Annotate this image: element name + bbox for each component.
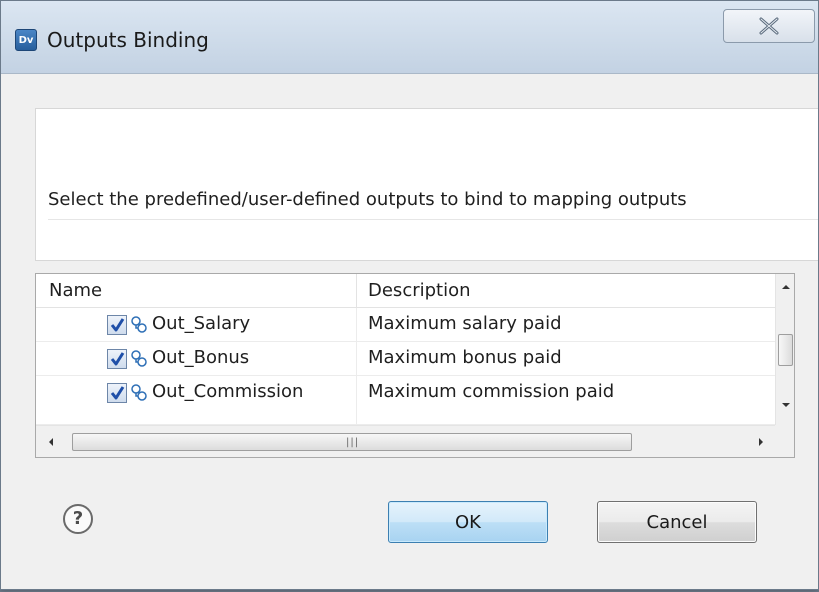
name-cell: Out_Bonus xyxy=(36,342,357,376)
output-description: Maximum commission paid xyxy=(368,381,615,402)
name-cell: Out_Commission xyxy=(36,376,357,425)
column-header-name[interactable]: Name xyxy=(36,274,357,308)
variable-icon xyxy=(131,350,147,367)
ok-button[interactable]: OK xyxy=(388,501,548,543)
variable-icon xyxy=(131,316,147,333)
grip-icon: ||| xyxy=(346,437,360,448)
name-cell: Out_Salary xyxy=(36,308,357,342)
variable-icon xyxy=(131,384,147,401)
vertical-scroll-thumb[interactable] xyxy=(778,334,793,366)
scroll-right-icon[interactable] xyxy=(758,437,764,447)
horizontal-scroll-thumb[interactable]: ||| xyxy=(72,433,632,451)
vertical-scrollbar[interactable] xyxy=(775,274,794,425)
row-checkbox[interactable] xyxy=(107,349,127,369)
output-name: Out_Commission xyxy=(152,381,304,402)
checkmark-icon xyxy=(110,318,125,332)
output-description: Maximum salary paid xyxy=(368,313,562,334)
horizontal-scrollbar[interactable]: ||| xyxy=(36,425,775,457)
row-checkbox[interactable] xyxy=(107,315,127,335)
table-row[interactable]: Out_Salary Maximum salary paid xyxy=(36,308,775,342)
outputs-binding-dialog: Dv Outputs Binding Select the predefined… xyxy=(0,0,819,590)
scroll-left-icon[interactable] xyxy=(48,437,54,447)
scroll-down-icon[interactable] xyxy=(781,402,791,408)
message-status-area xyxy=(48,219,818,260)
scroll-up-icon[interactable] xyxy=(781,284,791,290)
close-button[interactable] xyxy=(723,9,815,43)
checkmark-icon xyxy=(110,352,125,366)
close-icon xyxy=(759,17,779,35)
app-logo-icon: Dv xyxy=(15,29,37,51)
cancel-button[interactable]: Cancel xyxy=(597,501,757,543)
checkmark-icon xyxy=(110,386,125,400)
row-checkbox[interactable] xyxy=(107,383,127,403)
message-panel: Select the predefined/user-defined outpu… xyxy=(35,108,818,261)
dialog-content: Select the predefined/user-defined outpu… xyxy=(1,74,818,589)
table-row[interactable]: Out_Commission Maximum commission paid xyxy=(36,376,775,425)
output-name: Out_Bonus xyxy=(152,347,250,368)
output-description: Maximum bonus paid xyxy=(368,347,562,368)
title-bar[interactable]: Dv Outputs Binding xyxy=(1,1,818,74)
question-mark-icon[interactable]: ? xyxy=(63,504,93,534)
outputs-table: Name Description Out_Salary Maximum sala… xyxy=(35,273,795,458)
output-name: Out_Salary xyxy=(152,313,251,334)
table-row[interactable]: Out_Bonus Maximum bonus paid xyxy=(36,342,775,376)
instruction-message: Select the predefined/user-defined outpu… xyxy=(48,189,687,210)
column-header-description[interactable]: Description xyxy=(357,274,775,308)
dialog-title: Outputs Binding xyxy=(47,28,209,52)
scrollbar-corner xyxy=(775,425,794,457)
